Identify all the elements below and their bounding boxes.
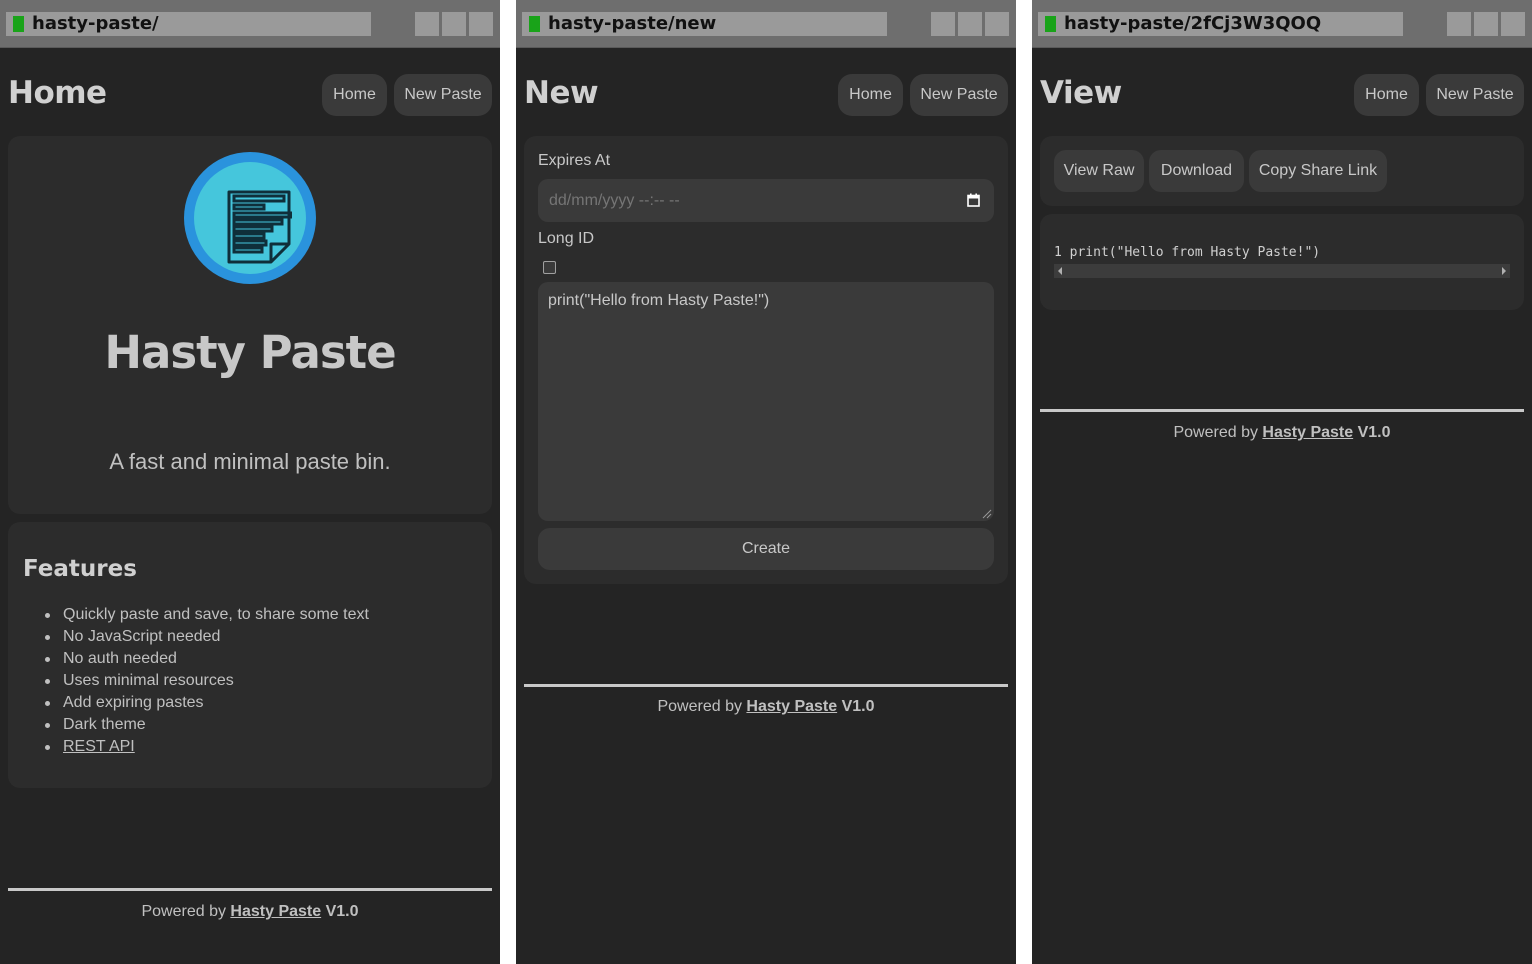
view-raw-button[interactable]: View Raw	[1054, 150, 1144, 192]
address-bar[interactable]: hasty-paste/new	[522, 12, 887, 36]
footer: Powered by Hasty Paste V1.0	[8, 903, 492, 921]
close-button[interactable]	[985, 12, 1009, 36]
list-item: Dark theme	[23, 714, 369, 736]
maximize-button[interactable]	[958, 12, 982, 36]
address-bar[interactable]: hasty-paste/	[6, 12, 371, 36]
list-item: No auth needed	[23, 648, 369, 670]
expires-at-input[interactable]	[538, 179, 994, 222]
long-id-label: Long ID	[538, 230, 595, 247]
footer-hasty-paste-link[interactable]: Hasty Paste	[1262, 424, 1353, 441]
page-title: New	[524, 75, 599, 111]
browser-window-new: hasty-paste/new New Home New Paste Expir…	[516, 0, 1016, 964]
expires-at-label: Expires At	[538, 152, 611, 169]
footer-prefix: Powered by	[1173, 424, 1258, 441]
footer-version: V1.0	[1357, 424, 1391, 441]
address-bar-url: hasty-paste/2fCj3W3QOQ	[1064, 13, 1322, 34]
maximize-button[interactable]	[442, 12, 466, 36]
footer-version: V1.0	[325, 903, 359, 920]
close-button[interactable]	[1501, 12, 1525, 36]
titlebar: hasty-paste/new	[516, 0, 1016, 48]
favicon-icon	[13, 16, 24, 32]
nav-home-button[interactable]: Home	[838, 74, 903, 116]
list-item: REST API	[23, 736, 369, 758]
resize-grip-icon[interactable]	[982, 509, 992, 519]
paste-content-textarea[interactable]: print("Hello from Hasty Paste!")	[538, 282, 994, 521]
footer: Powered by Hasty Paste V1.0	[1040, 424, 1524, 442]
favicon-icon	[529, 16, 540, 32]
features-title: Features	[23, 556, 137, 582]
create-button[interactable]: Create	[538, 528, 994, 570]
paste-actions-bar: View Raw Download Copy Share Link	[1040, 136, 1524, 206]
long-id-checkbox[interactable]	[543, 261, 556, 274]
horizontal-scrollbar[interactable]	[1054, 264, 1510, 278]
scroll-right-icon[interactable]	[1502, 267, 1506, 275]
footer-divider	[8, 888, 492, 891]
rest-api-link[interactable]: REST API	[63, 738, 135, 755]
calendar-icon[interactable]	[967, 193, 980, 207]
nav-home-button[interactable]: Home	[1354, 74, 1419, 116]
browser-window-home: hasty-paste/ Home Home New Paste Hasty P…	[0, 0, 500, 964]
line-number: 1	[1054, 245, 1062, 260]
browser-window-view: hasty-paste/2fCj3W3QOQ View Home New Pas…	[1032, 0, 1532, 964]
brand-title: Hasty Paste	[104, 326, 396, 379]
titlebar: hasty-paste/	[0, 0, 500, 48]
code-line: 1 print("Hello from Hasty Paste!")	[1054, 245, 1320, 260]
minimize-button[interactable]	[931, 12, 955, 36]
features-list: Quickly paste and save, to share some te…	[23, 604, 369, 758]
minimize-button[interactable]	[1447, 12, 1471, 36]
hero-card: Hasty Paste A fast and minimal paste bin…	[8, 136, 492, 514]
nav-new-paste-button[interactable]: New Paste	[394, 74, 492, 116]
scroll-left-icon[interactable]	[1058, 267, 1062, 275]
list-item: Uses minimal resources	[23, 670, 369, 692]
page-title: Home	[8, 75, 107, 111]
footer-prefix: Powered by	[141, 903, 226, 920]
minimize-button[interactable]	[415, 12, 439, 36]
footer-divider	[524, 684, 1008, 687]
address-bar-url: hasty-paste/new	[548, 13, 717, 34]
list-item: No JavaScript needed	[23, 626, 369, 648]
list-item: Quickly paste and save, to share some te…	[23, 604, 369, 626]
titlebar: hasty-paste/2fCj3W3QOQ	[1032, 0, 1532, 48]
nav-new-paste-button[interactable]: New Paste	[910, 74, 1008, 116]
list-item: Add expiring pastes	[23, 692, 369, 714]
nav-home-button[interactable]: Home	[322, 74, 387, 116]
paste-content-card: 1 print("Hello from Hasty Paste!")	[1040, 214, 1524, 310]
hasty-paste-logo	[184, 152, 316, 284]
footer-version: V1.0	[841, 698, 875, 715]
tagline: A fast and minimal paste bin.	[109, 449, 391, 474]
nav-new-paste-button[interactable]: New Paste	[1426, 74, 1524, 116]
document-icon	[227, 190, 292, 264]
code-text: print("Hello from Hasty Paste!")	[1069, 245, 1321, 260]
features-card: Features Quickly paste and save, to shar…	[8, 522, 492, 788]
footer-hasty-paste-link[interactable]: Hasty Paste	[230, 903, 321, 920]
page-title: View	[1040, 75, 1122, 111]
new-paste-form: Expires At Long ID print("Hello from Has…	[524, 136, 1008, 584]
footer-hasty-paste-link[interactable]: Hasty Paste	[746, 698, 837, 715]
footer: Powered by Hasty Paste V1.0	[524, 698, 1008, 716]
favicon-icon	[1045, 16, 1056, 32]
footer-prefix: Powered by	[657, 698, 742, 715]
close-button[interactable]	[469, 12, 493, 36]
download-button[interactable]: Download	[1149, 150, 1244, 192]
maximize-button[interactable]	[1474, 12, 1498, 36]
address-bar[interactable]: hasty-paste/2fCj3W3QOQ	[1038, 12, 1403, 36]
copy-share-link-button[interactable]: Copy Share Link	[1249, 150, 1387, 192]
footer-divider	[1040, 409, 1524, 412]
address-bar-url: hasty-paste/	[32, 13, 159, 34]
